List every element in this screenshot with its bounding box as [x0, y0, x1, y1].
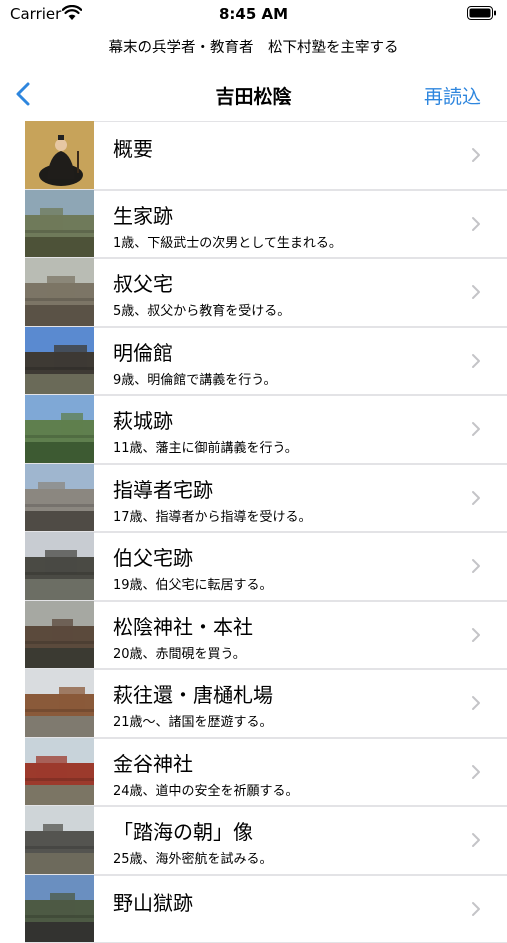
- disclosure-chevron-icon: [471, 763, 481, 781]
- list-item-title: 伯父宅跡: [113, 542, 193, 571]
- list-item-description: 20歳、赤間硯を買う。: [113, 643, 246, 662]
- site-photo-thumbnail: [25, 532, 94, 601]
- disclosure-chevron-icon: [471, 694, 481, 712]
- list-item[interactable]: 生家跡 1歳、下級武士の次男として生まれる。: [0, 190, 507, 259]
- disclosure-chevron-icon: [471, 489, 481, 507]
- battery-icon: [467, 6, 497, 20]
- site-photo-thumbnail: [25, 806, 94, 875]
- disclosure-chevron-icon: [471, 420, 481, 438]
- list-item-title: 明倫館: [113, 337, 173, 366]
- list-item-title: 野山獄跡: [113, 887, 193, 916]
- list-item-description: 19歳、伯父宅に転居する。: [113, 574, 273, 593]
- navigation-bar: 吉田松陰 再読込: [0, 72, 507, 116]
- disclosure-chevron-icon: [471, 557, 481, 575]
- list-item-title: 松陰神社・本社: [113, 611, 253, 640]
- site-photo-thumbnail: [25, 601, 94, 670]
- list-item[interactable]: 「踏海の朝」像 25歳、海外密航を試みる。: [0, 806, 507, 875]
- site-photo-thumbnail: [25, 464, 94, 533]
- list-item[interactable]: 野山獄跡: [0, 875, 507, 943]
- list-item[interactable]: 松陰神社・本社 20歳、赤間硯を買う。: [0, 601, 507, 670]
- site-list: 概要生家跡 1歳、下級武士の次男として生まれる。叔父宅 5歳、叔父から教育を受ける。…: [0, 121, 507, 943]
- list-item-title: 「踏海の朝」像: [113, 816, 253, 845]
- disclosure-chevron-icon: [471, 215, 481, 233]
- disclosure-chevron-icon: [471, 831, 481, 849]
- site-photo-thumbnail: [25, 327, 94, 396]
- list-item-description: 1歳、下級武士の次男として生まれる。: [113, 232, 342, 251]
- list-item[interactable]: 萩往還・唐樋札場 21歳～、諸国を歴遊する。: [0, 669, 507, 738]
- list-item-description: 9歳、明倫館で講義を行う。: [113, 369, 277, 388]
- clock: 8:45 AM: [0, 5, 507, 23]
- site-photo-thumbnail: [25, 190, 94, 259]
- disclosure-chevron-icon: [471, 146, 481, 164]
- site-photo-thumbnail: [25, 738, 94, 807]
- list-item-title: 萩往還・唐樋札場: [113, 679, 273, 708]
- list-item-description: 25歳、海外密航を試みる。: [113, 848, 273, 867]
- reload-button[interactable]: 再読込: [424, 82, 481, 109]
- disclosure-chevron-icon: [471, 900, 481, 918]
- person-subtitle: 幕末の兵学者・教育者 松下村塾を主宰する: [0, 36, 507, 57]
- list-item[interactable]: 叔父宅 5歳、叔父から教育を受ける。: [0, 258, 507, 327]
- list-item[interactable]: 伯父宅跡 19歳、伯父宅に転居する。: [0, 532, 507, 601]
- list-item-description: 24歳、道中の安全を祈願する。: [113, 780, 299, 799]
- list-item[interactable]: 明倫館 9歳、明倫館で講義を行う。: [0, 327, 507, 396]
- disclosure-chevron-icon: [471, 626, 481, 644]
- list-item-title: 指導者宅跡: [113, 474, 213, 503]
- site-photo-thumbnail: [25, 121, 94, 190]
- list-item[interactable]: 萩城跡 11歳、藩主に御前講義を行う。: [0, 395, 507, 464]
- list-item-title: 萩城跡: [113, 405, 173, 434]
- status-bar: Carrier 8:45 AM: [0, 0, 507, 28]
- list-item-description: 21歳～、諸国を歴遊する。: [113, 711, 273, 730]
- list-item-title: 生家跡: [113, 200, 173, 229]
- list-item-description: 5歳、叔父から教育を受ける。: [113, 300, 290, 319]
- site-photo-thumbnail: [25, 395, 94, 464]
- site-photo-thumbnail: [25, 258, 94, 327]
- disclosure-chevron-icon: [471, 283, 481, 301]
- list-item-description: 11歳、藩主に御前講義を行う。: [113, 437, 298, 456]
- list-item[interactable]: 金谷神社 24歳、道中の安全を祈願する。: [0, 738, 507, 807]
- site-photo-thumbnail: [25, 669, 94, 738]
- disclosure-chevron-icon: [471, 352, 481, 370]
- list-item-description: 17歳、指導者から指導を受ける。: [113, 506, 312, 525]
- list-item-title: 叔父宅: [113, 268, 173, 297]
- site-photo-thumbnail: [25, 875, 94, 943]
- list-item-title: 概要: [113, 133, 153, 162]
- list-item[interactable]: 概要: [0, 121, 507, 190]
- list-item-title: 金谷神社: [113, 748, 193, 777]
- list-item[interactable]: 指導者宅跡 17歳、指導者から指導を受ける。: [0, 464, 507, 533]
